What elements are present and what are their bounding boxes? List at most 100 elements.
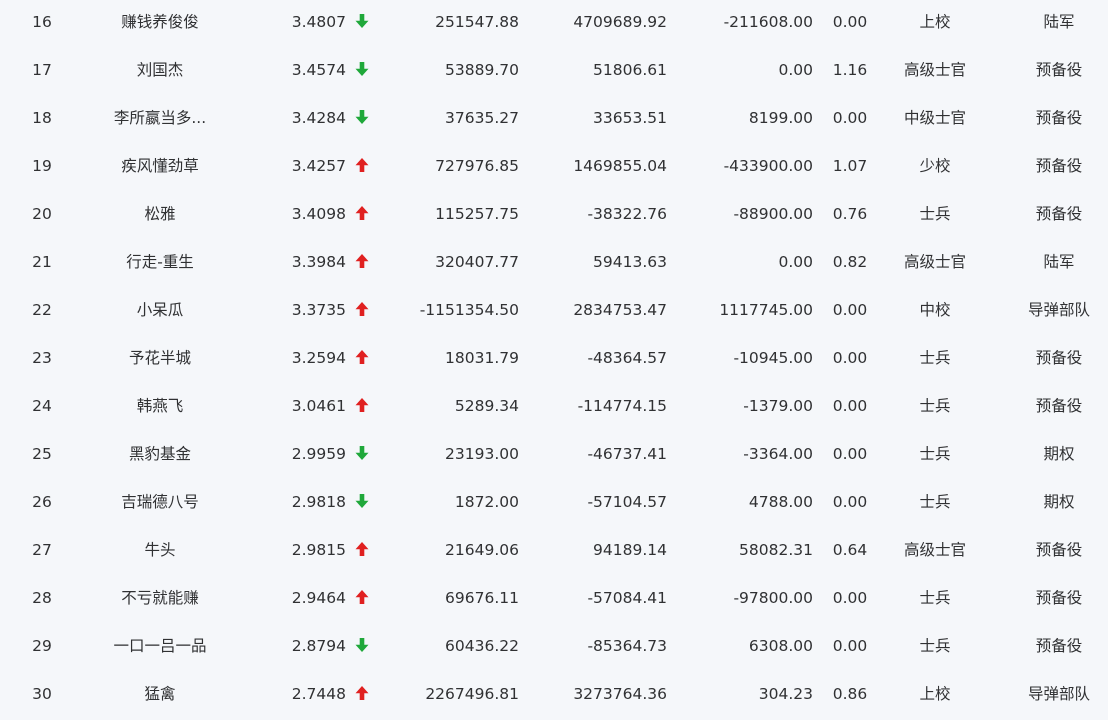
value-d-cell: 0.00 <box>832 589 868 607</box>
value-d-cell: 0.76 <box>832 205 868 223</box>
category-cell: 预备役 <box>1035 157 1083 175</box>
name-cell: 行走-重生 <box>126 253 194 271</box>
value-d-cell: 0.00 <box>832 445 868 463</box>
table-row[interactable]: 17 刘国杰 3.4574 53889.70 51806.61 0.00 1.16 高级士官 预… <box>0 48 1108 96</box>
score-cell: 2.9815 <box>291 541 346 559</box>
value-d-cell: 0.00 <box>832 301 868 319</box>
name-cell: 刘国杰 <box>136 61 184 79</box>
ranking-table: 16 赚钱养俊俊 3.4807 251547.88 4709689.92 -211608.… <box>0 0 1108 720</box>
name-cell: 小呆瓜 <box>136 301 184 319</box>
value-a-cell: 18031.79 <box>445 349 519 367</box>
rank-cell: 27 <box>32 541 52 559</box>
table-row[interactable]: 22 小呆瓜 3.3735 -1151354.50 2834753.47 1117745.… <box>0 288 1108 336</box>
category-cell: 预备役 <box>1035 637 1083 655</box>
value-c-cell: -10945.00 <box>733 349 813 367</box>
military-rank-cell: 高级士官 <box>903 541 966 559</box>
value-d-cell: 1.16 <box>832 61 868 79</box>
arrow-up-icon <box>354 685 372 703</box>
table-row[interactable]: 21 行走-重生 3.3984 320407.77 59413.63 0.00 0.82 高级… <box>0 240 1108 288</box>
value-a-cell: 5289.34 <box>454 397 519 415</box>
score-cell: 3.3984 <box>291 253 346 271</box>
arrow-down-icon <box>354 13 372 31</box>
arrow-down-icon <box>354 61 372 79</box>
table-row[interactable]: 30 猛禽 2.7448 2267496.81 3273764.36 304.23 0.86… <box>0 672 1108 720</box>
arrow-up-icon <box>354 397 372 415</box>
value-c-cell: -211608.00 <box>723 13 813 31</box>
value-d-cell: 0.00 <box>832 493 868 511</box>
name-cell: 牛头 <box>144 541 176 559</box>
value-a-cell: 53889.70 <box>445 61 519 79</box>
score-cell: 3.3735 <box>291 301 346 319</box>
value-c-cell: -1379.00 <box>743 397 813 415</box>
value-d-cell: 0.86 <box>832 685 868 703</box>
name-cell: 李所嬴当多... <box>113 109 207 127</box>
rank-cell: 19 <box>32 157 52 175</box>
military-rank-cell: 少校 <box>919 157 951 175</box>
category-cell: 期权 <box>1043 493 1075 511</box>
score-cell: 2.9464 <box>291 589 346 607</box>
category-cell: 预备役 <box>1035 397 1083 415</box>
table-row[interactable]: 18 李所嬴当多... 3.4284 37635.27 33653.51 8199.00 0… <box>0 96 1108 144</box>
arrow-down-icon <box>354 445 372 463</box>
category-cell: 预备役 <box>1035 205 1083 223</box>
value-d-cell: 0.00 <box>832 637 868 655</box>
name-cell: 一口一吕一品 <box>113 637 207 655</box>
score-cell: 3.4284 <box>291 109 346 127</box>
rank-cell: 25 <box>32 445 52 463</box>
value-b-cell: -38322.76 <box>587 205 667 223</box>
value-d-cell: 0.00 <box>832 13 868 31</box>
score-cell: 3.4098 <box>291 205 346 223</box>
rank-cell: 24 <box>32 397 52 415</box>
category-cell: 期权 <box>1043 445 1075 463</box>
value-d-cell: 0.00 <box>832 397 868 415</box>
value-a-cell: 1872.00 <box>454 493 519 511</box>
table-row[interactable]: 16 赚钱养俊俊 3.4807 251547.88 4709689.92 -211608.… <box>0 0 1108 48</box>
value-b-cell: -46737.41 <box>587 445 667 463</box>
rank-cell: 30 <box>32 685 52 703</box>
value-c-cell: -433900.00 <box>723 157 813 175</box>
name-cell: 猛禽 <box>144 685 176 703</box>
arrow-down-icon <box>354 109 372 127</box>
military-rank-cell: 中级士官 <box>903 109 966 127</box>
arrow-down-icon <box>354 637 372 655</box>
value-c-cell: -97800.00 <box>733 589 813 607</box>
name-cell: 吉瑞德八号 <box>121 493 199 511</box>
value-b-cell: 51806.61 <box>593 61 667 79</box>
score-cell: 3.4574 <box>291 61 346 79</box>
military-rank-cell: 士兵 <box>919 493 951 511</box>
category-cell: 预备役 <box>1035 541 1083 559</box>
military-rank-cell: 士兵 <box>919 205 951 223</box>
value-a-cell: -1151354.50 <box>419 301 519 319</box>
table-row[interactable]: 25 黑豹基金 2.9959 23193.00 -46737.41 -3364.00 0.0… <box>0 432 1108 480</box>
score-cell: 2.9959 <box>291 445 346 463</box>
score-cell: 3.0461 <box>291 397 346 415</box>
military-rank-cell: 上校 <box>919 13 951 31</box>
category-cell: 预备役 <box>1035 349 1083 367</box>
value-d-cell: 0.82 <box>832 253 868 271</box>
name-cell: 韩燕飞 <box>136 397 184 415</box>
value-c-cell: 1117745.00 <box>719 301 813 319</box>
table-row[interactable]: 20 松雅 3.4098 115257.75 -38322.76 -88900.00 0.7… <box>0 192 1108 240</box>
value-a-cell: 37635.27 <box>445 109 519 127</box>
category-cell: 导弹部队 <box>1027 685 1090 703</box>
table-row[interactable]: 29 一口一吕一品 2.8794 60436.22 -85364.73 6308.00 0.… <box>0 624 1108 672</box>
score-cell: 3.4257 <box>291 157 346 175</box>
value-c-cell: 304.23 <box>758 685 813 703</box>
value-c-cell: 0.00 <box>778 61 813 79</box>
military-rank-cell: 上校 <box>919 685 951 703</box>
table-row[interactable]: 24 韩燕飞 3.0461 5289.34 -114774.15 -1379.00 0.00… <box>0 384 1108 432</box>
name-cell: 予花半城 <box>128 349 191 367</box>
arrow-up-icon <box>354 205 372 223</box>
table-row[interactable]: 28 不亏就能赚 2.9464 69676.11 -57084.41 -97800.00 0… <box>0 576 1108 624</box>
value-b-cell: 94189.14 <box>593 541 667 559</box>
table-row[interactable]: 26 吉瑞德八号 2.9818 1872.00 -57104.57 4788.00 0.00… <box>0 480 1108 528</box>
value-d-cell: 0.00 <box>832 349 868 367</box>
arrow-up-icon <box>354 301 372 319</box>
military-rank-cell: 高级士官 <box>903 61 966 79</box>
rank-cell: 18 <box>32 109 52 127</box>
table-row[interactable]: 27 牛头 2.9815 21649.06 94189.14 58082.31 0.64 高级… <box>0 528 1108 576</box>
table-row[interactable]: 19 疾风懂劲草 3.4257 727976.85 1469855.04 -433900.… <box>0 144 1108 192</box>
arrow-up-icon <box>354 253 372 271</box>
table-row[interactable]: 23 予花半城 3.2594 18031.79 -48364.57 -10945.00 0.… <box>0 336 1108 384</box>
category-cell: 陆军 <box>1043 253 1075 271</box>
